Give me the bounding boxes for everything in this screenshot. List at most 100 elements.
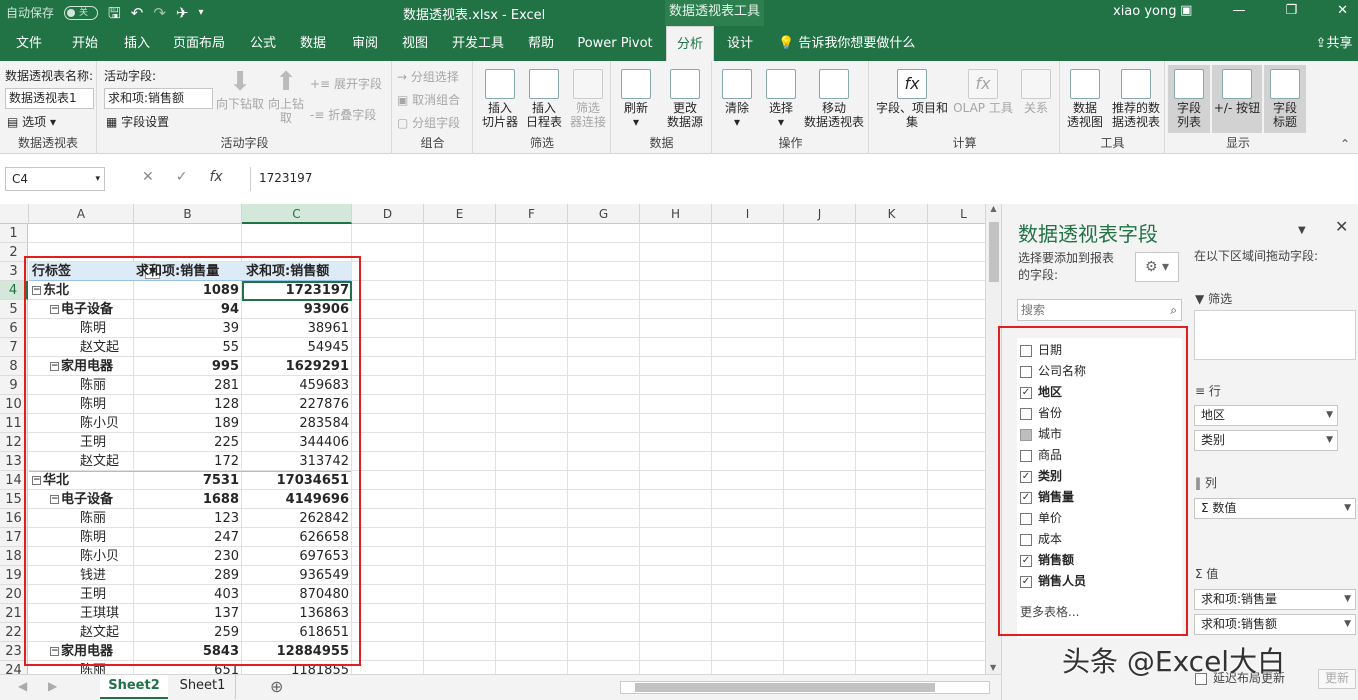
row-header[interactable]: 10 [0, 395, 28, 414]
undo-icon[interactable]: ↶ [131, 5, 144, 21]
h-scroll-thumb[interactable] [635, 683, 935, 692]
row-header[interactable]: 19 [0, 566, 28, 585]
collapse-toggle-icon[interactable]: − [50, 362, 59, 371]
row-header[interactable]: 18 [0, 547, 28, 566]
insert-timeline-button[interactable]: 插入 日程表 [522, 69, 566, 129]
field-item[interactable]: 省份 [1020, 403, 1062, 423]
row-header[interactable]: 8 [0, 357, 28, 376]
row-header[interactable]: 1 [0, 224, 28, 243]
pivot-qty-cell[interactable]: 403 [134, 585, 242, 604]
pivot-qty-cell[interactable]: 137 [134, 604, 242, 623]
field-item[interactable]: 城市 [1020, 424, 1062, 444]
field-list-button[interactable]: 字段 列表 [1168, 65, 1210, 133]
pivot-qty-cell[interactable]: 995 [134, 357, 242, 376]
insert-slicer-button[interactable]: 插入 切片器 [478, 69, 522, 129]
checkbox[interactable] [1020, 449, 1032, 462]
scroll-down-icon[interactable]: ▼ [990, 663, 996, 672]
column-field-chip[interactable]: Σ 数值 ▼ [1194, 498, 1356, 519]
row-field-chip[interactable]: 类别 ▼ [1194, 430, 1338, 451]
insert-function-icon[interactable]: fx [209, 169, 222, 185]
pivot-qty-cell[interactable]: 281 [134, 376, 242, 395]
pivot-person-label[interactable]: 陈明 [80, 319, 106, 338]
tab-home[interactable]: 开始 [62, 26, 108, 61]
minimize-icon[interactable]: — [1232, 3, 1245, 18]
pivot-amt-cell[interactable]: 93906 [242, 300, 352, 319]
close-window-icon[interactable]: ✕ [1337, 3, 1348, 18]
pivot-amt-cell[interactable]: 626658 [242, 528, 352, 547]
change-source-button[interactable]: 更改 数据源 [660, 69, 710, 129]
tab-page-layout[interactable]: 页面布局 [166, 26, 232, 61]
vertical-scrollbar[interactable]: ▲ ▼ [985, 204, 1001, 674]
ungroup-button[interactable]: ▣ 取消组合 [397, 91, 460, 108]
value-field-chip[interactable]: 求和项:销售额 ▼ [1194, 614, 1356, 635]
checked-checkbox[interactable]: ✓ [1020, 575, 1032, 588]
tab-review[interactable]: 审阅 [342, 26, 388, 61]
pivot-amt-cell[interactable]: 12884955 [242, 642, 352, 661]
pivot-qty-cell[interactable]: 172 [134, 452, 242, 471]
field-search-input[interactable]: 搜索 ⌕ [1017, 299, 1182, 321]
user-name[interactable]: xiao yong [1113, 4, 1177, 19]
pivot-person-label[interactable]: 陈小贝 [80, 547, 119, 566]
field-item[interactable]: ✓ 销售量 [1020, 487, 1074, 507]
pivot-person-label[interactable]: 陈丽 [80, 509, 106, 528]
group-field-button[interactable]: ▢ 分组字段 [397, 114, 460, 131]
horizontal-scrollbar[interactable] [620, 681, 990, 694]
pivot-qty-cell[interactable]: 230 [134, 547, 242, 566]
pivot-amt-cell[interactable]: 344406 [242, 433, 352, 452]
row-header[interactable]: 9 [0, 376, 28, 395]
pivot-qty-cell[interactable]: 225 [134, 433, 242, 452]
pivot-qty-cell[interactable]: 7531 [134, 471, 242, 490]
row-header[interactable]: 21 [0, 604, 28, 623]
spreadsheet-grid[interactable]: A B C D E F G H I J K L 1 2 3 4 5 6 7 8 9 10 11 12 1… [0, 204, 985, 674]
pivot-person-label[interactable]: 陈明 [80, 395, 106, 414]
redo-icon[interactable]: ↷ [153, 5, 166, 21]
expand-field-button[interactable]: +≡ 展开字段 [310, 75, 382, 92]
scroll-up-icon[interactable]: ▲ [986, 204, 1001, 213]
pivot-amt-cell[interactable]: 136863 [242, 604, 352, 623]
pivot-amt-cell[interactable]: 17034651 [242, 471, 352, 490]
bird-addin-icon[interactable]: ✈ [176, 5, 189, 21]
add-sheet-icon[interactable]: ⊕ [270, 677, 283, 696]
checkbox[interactable] [1020, 365, 1032, 378]
pivot-qty-cell[interactable]: 259 [134, 623, 242, 642]
fields-items-sets-button[interactable]: fx 字段、项目和 集 [874, 69, 950, 129]
checkbox[interactable] [1020, 407, 1032, 420]
collapse-toggle-icon[interactable]: − [32, 286, 41, 295]
row-header[interactable]: 5 [0, 300, 28, 319]
tab-insert[interactable]: 插入 [114, 26, 160, 61]
field-item[interactable]: ✓ 销售额 [1020, 550, 1074, 570]
column-header[interactable]: A [29, 204, 134, 224]
select-all-corner[interactable] [0, 204, 29, 224]
field-item[interactable]: ✓ 类别 [1020, 466, 1062, 486]
filter-connections-button[interactable]: 筛选 器连接 [566, 69, 610, 129]
tab-formulas[interactable]: 公式 [240, 26, 286, 61]
pivot-amt-cell[interactable]: 283584 [242, 414, 352, 433]
autosave-toggle[interactable]: 关 [64, 5, 99, 20]
collapse-field-button[interactable]: -≡ 折叠字段 [310, 106, 376, 123]
pivotchart-button[interactable]: 数据 透视图 [1063, 69, 1107, 129]
pivot-amt-cell[interactable]: 1181855 [242, 661, 352, 674]
column-header[interactable]: I [712, 204, 784, 224]
tab-help[interactable]: 帮助 [518, 26, 564, 61]
pivot-name-input[interactable]: 数据透视表1 [5, 88, 94, 109]
row-header[interactable]: 16 [0, 509, 28, 528]
tab-design[interactable]: 设计 [716, 26, 764, 61]
pivot-person-label[interactable]: 赵文起 [80, 623, 119, 642]
pivot-qty-cell[interactable]: 39 [134, 319, 242, 338]
clear-button[interactable]: 清除 ▾ [715, 69, 759, 129]
pivot-qty-cell[interactable]: 123 [134, 509, 242, 528]
save-icon[interactable]: 🖫 [108, 5, 121, 21]
row-field-chip[interactable]: 地区 ▼ [1194, 405, 1338, 426]
pivot-region-label[interactable]: − 东北 [32, 281, 69, 300]
pivot-amt-cell[interactable]: 697653 [242, 547, 352, 566]
checkbox[interactable] [1020, 512, 1032, 525]
pivot-category-label[interactable]: − 家用电器 [50, 642, 113, 661]
pivot-amt-cell[interactable]: 618651 [242, 623, 352, 642]
olap-tools-button[interactable]: fx OLAP 工具 [952, 69, 1014, 115]
row-header[interactable]: 22 [0, 623, 28, 642]
field-item[interactable]: 公司名称 [1020, 361, 1086, 381]
scroll-thumb[interactable] [989, 222, 999, 282]
field-item[interactable]: 商品 [1020, 445, 1062, 465]
column-header[interactable]: L [928, 204, 985, 224]
drill-up-button[interactable]: ⬆ 向上钻取 [264, 67, 308, 125]
